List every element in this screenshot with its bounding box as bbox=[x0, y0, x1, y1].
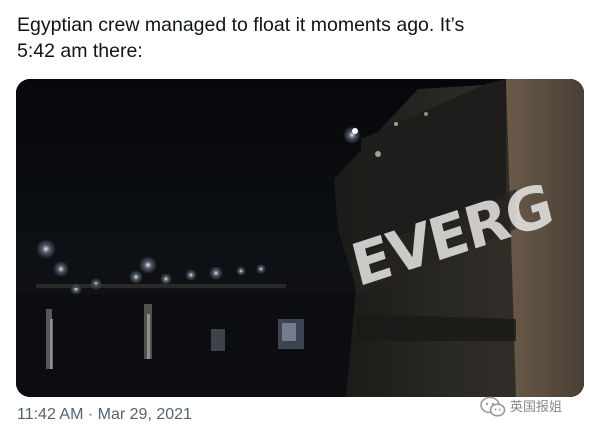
video-media[interactable]: EVERG bbox=[16, 79, 584, 397]
tweet-timestamp[interactable]: 11:42 AM · Mar 29, 2021 bbox=[17, 405, 192, 425]
watermark: 英国报姐 bbox=[480, 396, 562, 418]
tweet-date: Mar 29, 2021 bbox=[97, 406, 192, 423]
watermark-text: 英国报姐 bbox=[510, 399, 563, 414]
meta-separator: · bbox=[87, 406, 94, 423]
wechat-icon bbox=[480, 396, 506, 417]
tweet-time: 11:42 AM bbox=[17, 406, 84, 423]
tweet-text: Egyptian crew managed to float it moment… bbox=[17, 14, 465, 62]
night-harbor-scene: EVERG bbox=[16, 79, 584, 397]
